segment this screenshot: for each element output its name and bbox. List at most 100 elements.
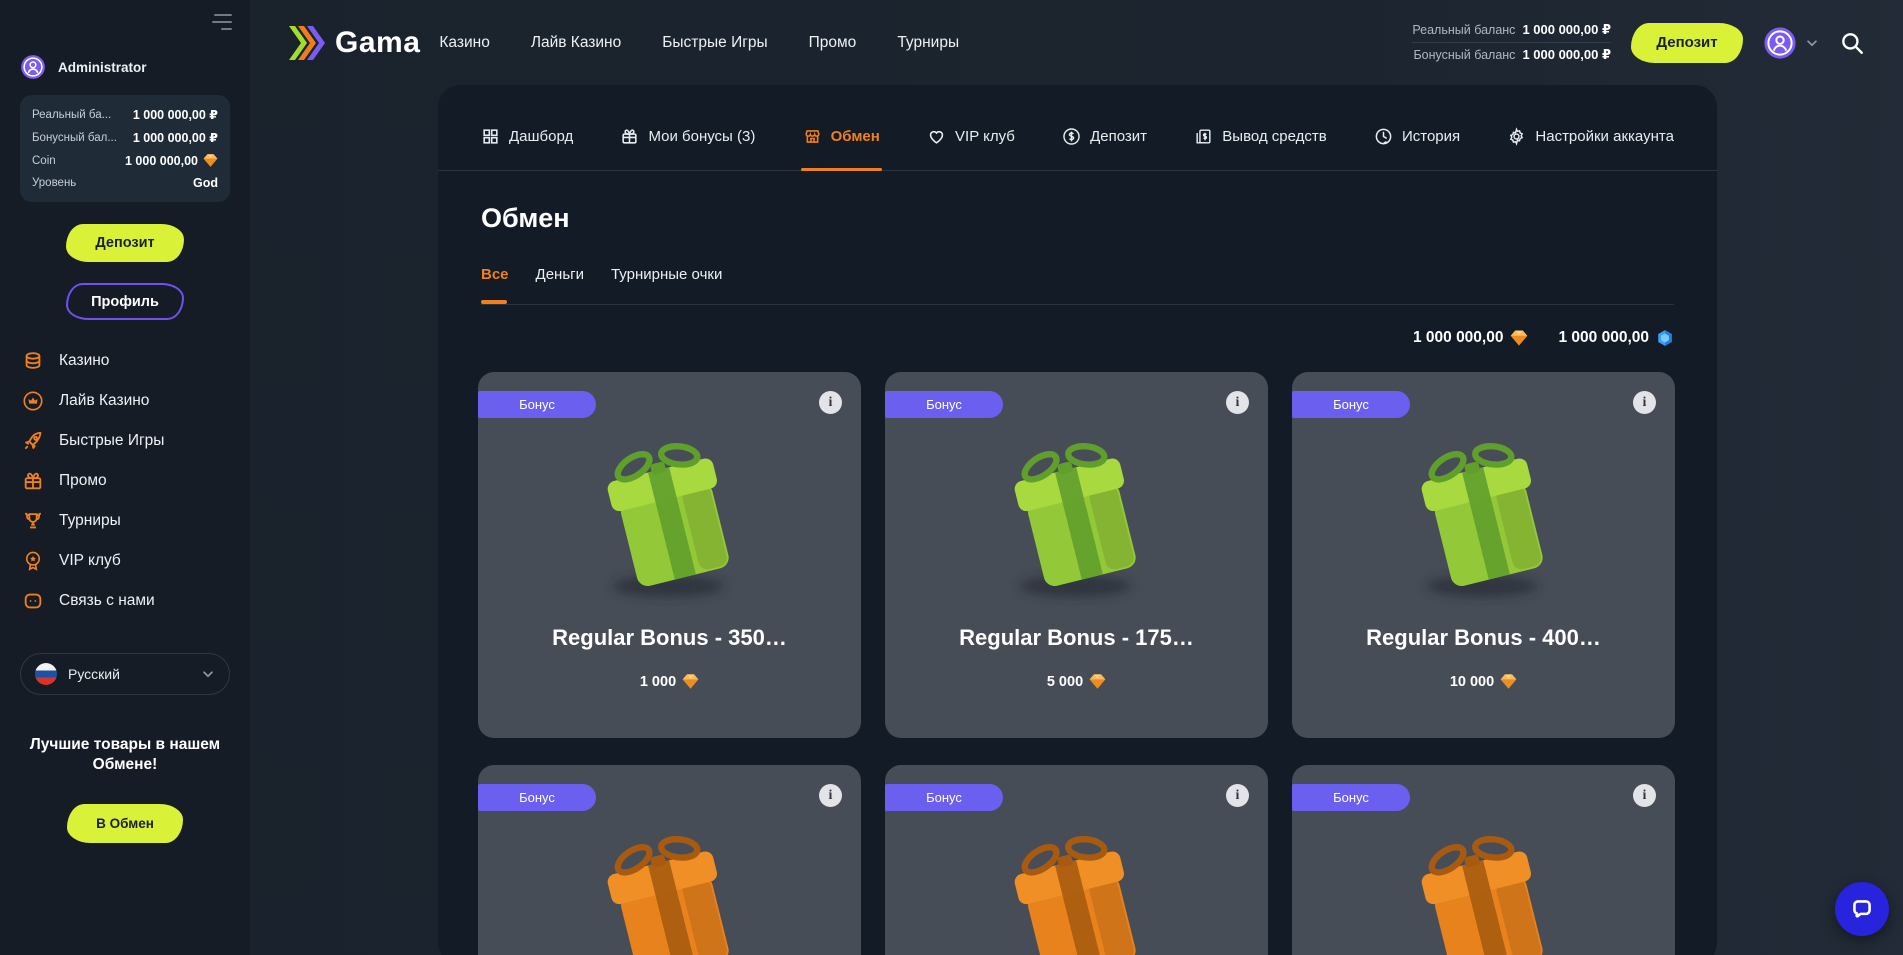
info-icon[interactable]: i (1633, 391, 1656, 414)
bonus-card[interactable]: Бонус i (478, 765, 861, 955)
balance-amount: 1 000 000,00 ₽ (133, 130, 218, 145)
logo[interactable]: Gama (288, 26, 420, 60)
account-tab[interactable]: Обмен (803, 103, 880, 170)
filter-tab[interactable]: Все (481, 266, 509, 283)
logo-text: Gama (335, 26, 420, 60)
balance-label: Уровень (32, 177, 76, 189)
sidebar-nav: Казино Лайв Казино Быстрые Игры Промо (0, 341, 250, 621)
withdraw-icon (1194, 127, 1213, 146)
logo-chevrons-icon (288, 26, 328, 60)
account-tab[interactable]: Дашборд (481, 103, 573, 170)
header-nav-item[interactable]: Турниры (897, 34, 959, 52)
language-label: Русский (68, 666, 190, 682)
sidebar-nav-item[interactable]: Связь с нами (0, 581, 250, 621)
balance-amount: 1 000 000,00 (125, 154, 198, 168)
header-nav-item[interactable]: Промо (809, 34, 857, 52)
giftbox-orange-icon (1381, 809, 1586, 955)
wallet-value: 1 000 000,00 (1413, 329, 1504, 347)
header-nav-item[interactable]: Быстрые Игры (662, 34, 767, 52)
sidebar: Administrator Реальный ба... 1 000 000,0… (0, 0, 250, 955)
account-tab[interactable]: Мои бонусы (3) (620, 103, 755, 170)
balance-row: Coin 1 000 000,00 (32, 153, 218, 168)
user-profile[interactable]: Administrator (0, 0, 250, 80)
sidebar-nav-item[interactable]: Казино (0, 341, 250, 381)
info-icon[interactable]: i (819, 391, 842, 414)
balance-amount: God (193, 176, 218, 190)
account-tab-label: Обмен (831, 128, 880, 145)
account-tab[interactable]: Вывод средств (1194, 103, 1326, 170)
bonus-card[interactable]: Бонус i (885, 765, 1268, 955)
sidebar-deposit-button[interactable]: Депозит (66, 224, 184, 262)
live-casino-icon (22, 390, 44, 412)
account-tab[interactable]: VIP клуб (927, 103, 1015, 170)
chevron-down-icon (201, 667, 215, 681)
wallet-value: 1 000 000,00 (1558, 329, 1649, 347)
filter-tab[interactable]: Деньги (536, 266, 584, 283)
bonus-card[interactable]: Бонус i Regular Bonus - 175… 5 000 (885, 372, 1268, 738)
gem-orange-icon (203, 153, 218, 168)
chat-widget-button[interactable] (1835, 882, 1889, 936)
header-nav-item[interactable]: Лайв Казино (531, 34, 621, 52)
balance-label: Реальный ба... (32, 109, 111, 121)
chat-icon (22, 590, 44, 612)
header-right: Реальный баланс 1 000 000,00 ₽ Бонусный … (1412, 0, 1865, 85)
menu-toggle-icon[interactable] (212, 14, 232, 30)
account-tab[interactable]: Настройки аккаунта (1507, 103, 1674, 170)
user-name: Administrator (58, 60, 147, 75)
card-price-value: 10 000 (1450, 674, 1494, 690)
bonus-badge: Бонус (1292, 784, 1410, 811)
card-title: Regular Bonus - 400… (1292, 625, 1675, 651)
settings-icon (1507, 127, 1526, 146)
divider (481, 304, 1674, 305)
sidebar-nav-item[interactable]: Лайв Казино (0, 381, 250, 421)
language-selector[interactable]: Русский (20, 653, 230, 695)
heart-icon (927, 127, 946, 146)
gift-icon (620, 127, 639, 146)
to-exchange-button[interactable]: В Обмен (67, 804, 183, 843)
history-icon (1374, 127, 1393, 146)
russia-flag-icon (35, 663, 57, 685)
giftbox-green-icon (974, 416, 1179, 606)
chevron-down-icon (1805, 36, 1819, 50)
gem-orange-icon (682, 673, 699, 690)
gem-orange-icon (1510, 329, 1528, 347)
account-tab-label: История (1402, 128, 1460, 145)
account-panel: Дашборд Мои бонусы (3) Обмен VIP клуб (438, 85, 1717, 955)
sidebar-nav-item[interactable]: Промо (0, 461, 250, 501)
account-tab[interactable]: История (1374, 103, 1460, 170)
header-deposit-button[interactable]: Депозит (1631, 23, 1743, 63)
sidebar-nav-item[interactable]: Турниры (0, 501, 250, 541)
account-tab[interactable]: Депозит (1062, 103, 1147, 170)
account-tab-label: Дашборд (509, 128, 573, 145)
screen: Administrator Реальный ба... 1 000 000,0… (0, 0, 1903, 955)
bonus-badge: Бонус (1292, 391, 1410, 418)
user-avatar-icon (20, 54, 46, 80)
sidebar-profile-button[interactable]: Профиль (66, 283, 184, 320)
bonus-card[interactable]: Бонус i (1292, 765, 1675, 955)
header-balances: Реальный баланс 1 000 000,00 ₽ Бонусный … (1412, 18, 1611, 67)
sidebar-nav-item[interactable]: VIP клуб (0, 541, 250, 581)
info-icon[interactable]: i (819, 784, 842, 807)
card-price-value: 1 000 (640, 674, 676, 690)
balance-row: Реальный ба... 1 000 000,00 ₽ (32, 107, 218, 122)
header-balance-label: Реальный баланс (1412, 23, 1515, 37)
info-icon[interactable]: i (1226, 784, 1249, 807)
header-nav-item[interactable]: Казино (439, 34, 489, 52)
bonus-card[interactable]: Бонус i Regular Bonus - 350… 1 000 (478, 372, 861, 738)
balance-label: Бонусный бал... (32, 132, 117, 144)
info-icon[interactable]: i (1633, 784, 1656, 807)
sidebar-nav-label: Турниры (59, 512, 121, 530)
rocket-icon (22, 430, 44, 452)
gift-icon (22, 470, 44, 492)
filter-tab[interactable]: Турнирные очки (611, 266, 722, 283)
search-icon[interactable] (1839, 30, 1865, 56)
bonus-badge: Бонус (478, 391, 596, 418)
header-balance-value: 1 000 000,00 ₽ (1522, 47, 1611, 63)
gem-orange-icon (1500, 673, 1517, 690)
card-price-value: 5 000 (1047, 674, 1083, 690)
balance-value: 1 000 000,00 (125, 153, 218, 168)
sidebar-nav-item[interactable]: Быстрые Игры (0, 421, 250, 461)
bonus-card[interactable]: Бонус i Regular Bonus - 400… 10 000 (1292, 372, 1675, 738)
info-icon[interactable]: i (1226, 391, 1249, 414)
account-menu-button[interactable] (1763, 26, 1819, 60)
